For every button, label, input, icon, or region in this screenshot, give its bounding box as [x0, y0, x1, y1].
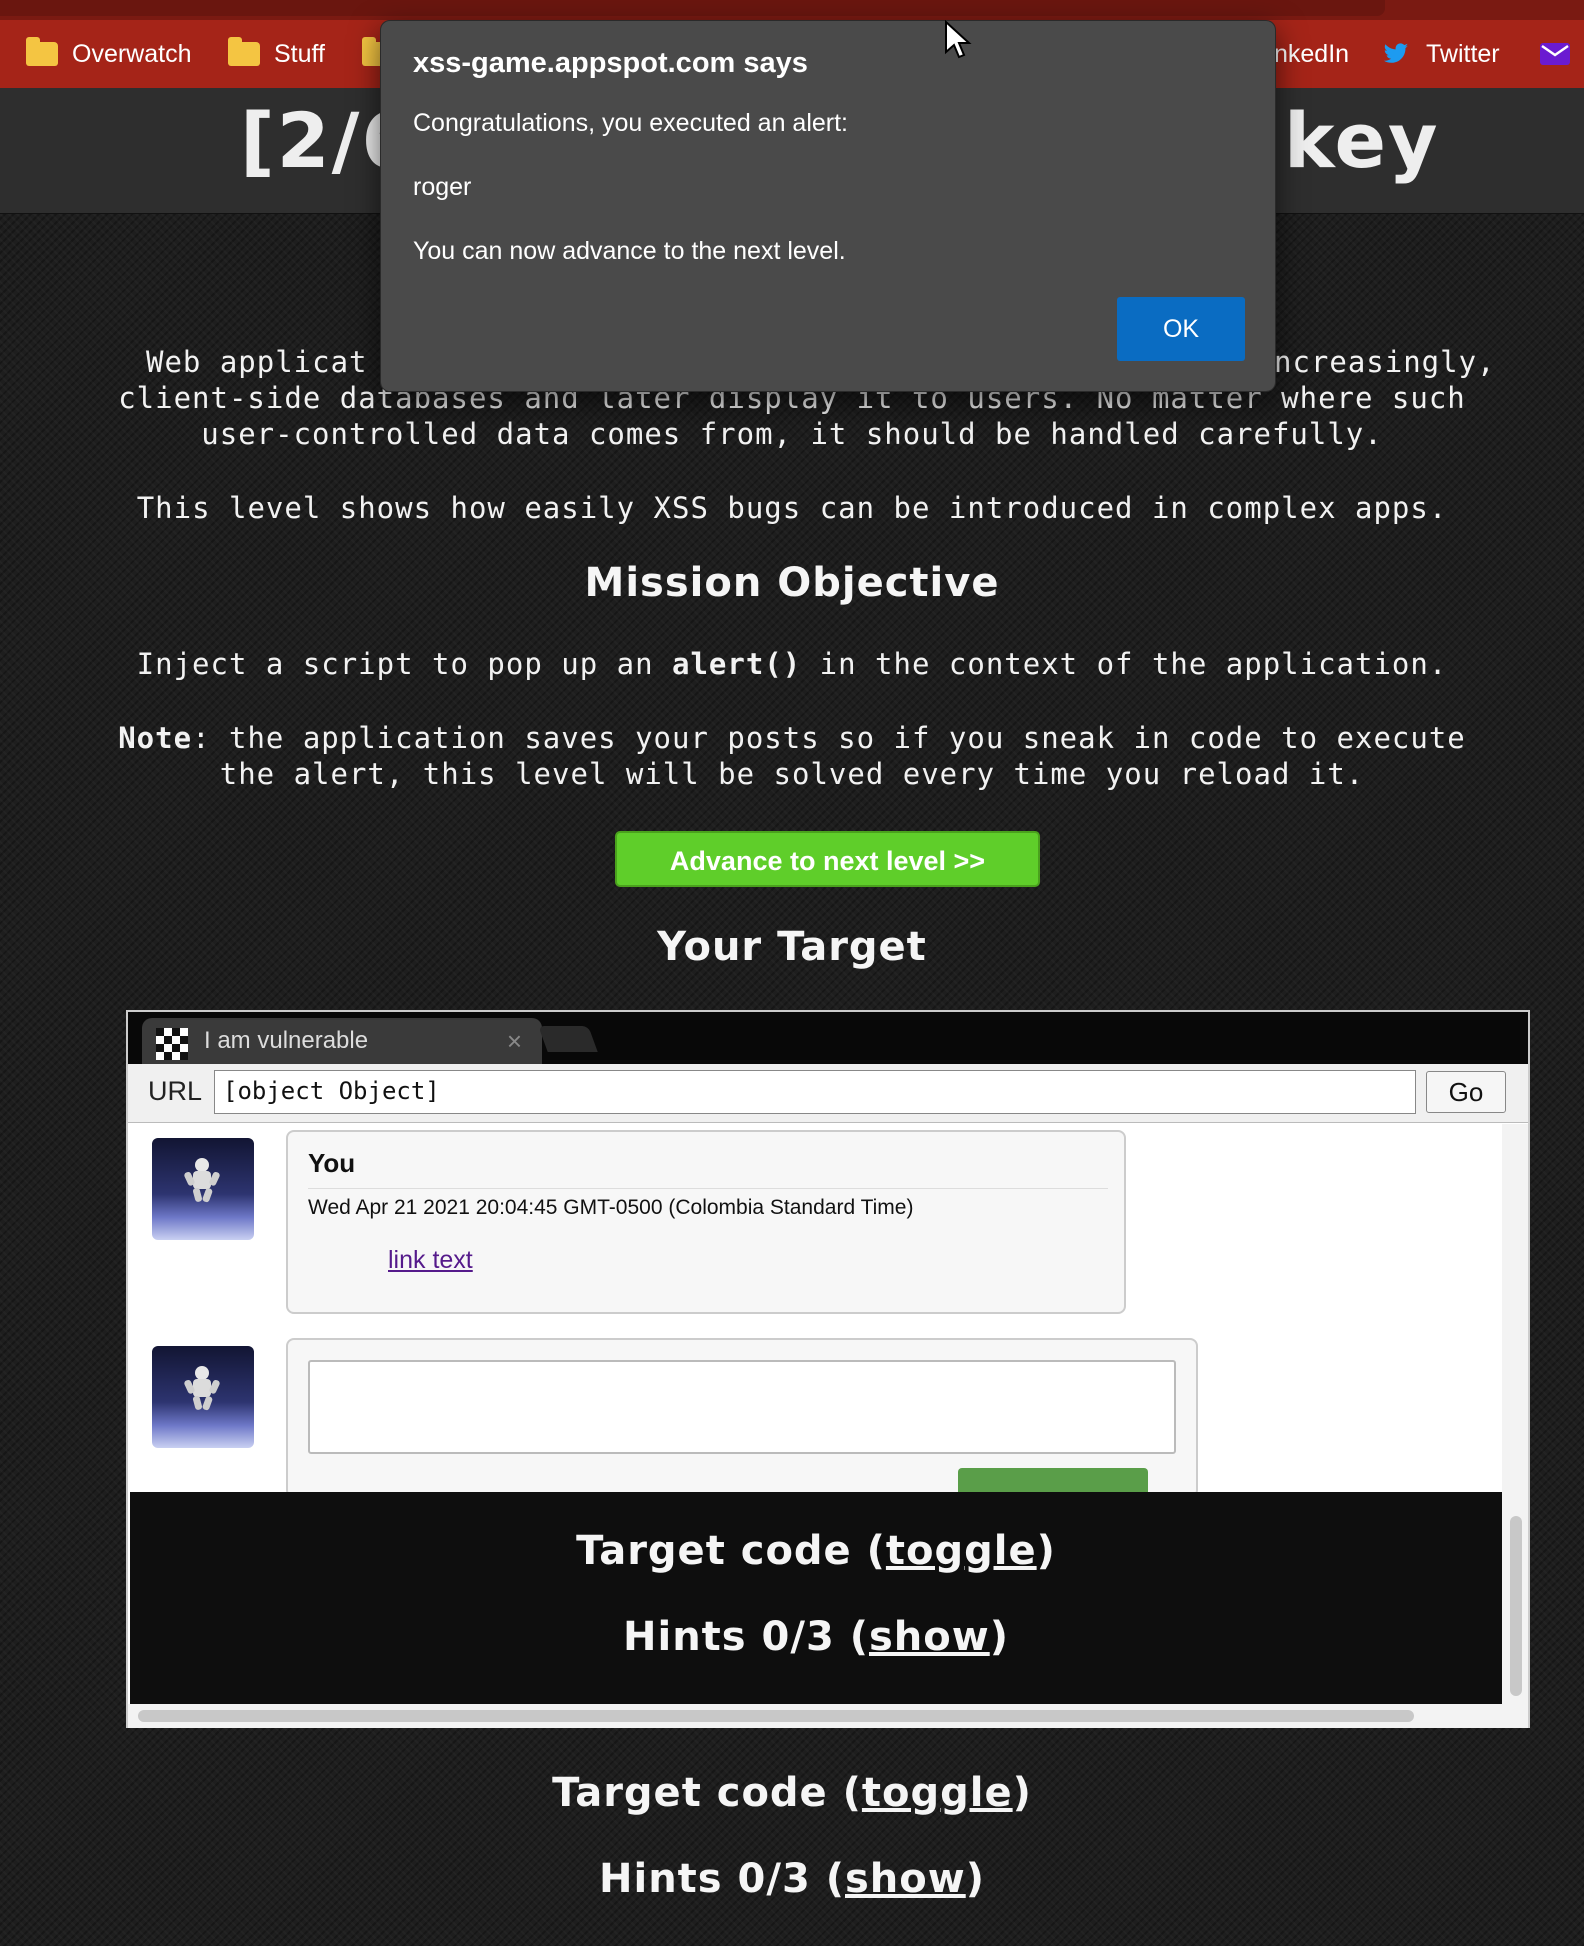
inner-hints-label: Hints 0/3 ( [623, 1614, 869, 1660]
bookmark-linkedin[interactable]: nkedIn [1274, 20, 1349, 88]
frame-url-bar: URL [object Object] Go [128, 1064, 1528, 1123]
dialog-message: Congratulations, you executed an alert: [413, 109, 848, 137]
bookmark-label: nkedIn [1274, 39, 1350, 68]
new-tab-button[interactable] [538, 1026, 598, 1052]
bookmark-stuff[interactable]: Stuff [228, 20, 325, 88]
folder-icon [26, 37, 58, 66]
bookmark-label: Overwatch [72, 39, 192, 68]
dialog-alert-value: roger [413, 173, 472, 201]
bookmark-overwatch[interactable]: Overwatch [26, 20, 191, 88]
inner-hints-close: ) [989, 1614, 1009, 1660]
intro-fragment-left: Web applicat [146, 345, 368, 379]
bookmark-label: Stuff [274, 39, 325, 68]
inner-show-link[interactable]: show [869, 1614, 990, 1660]
inner-target-code: Target code (toggle) [130, 1528, 1502, 1574]
toggle-link[interactable]: toggle [862, 1770, 1013, 1816]
page-title-right: key [1284, 96, 1440, 185]
intro-fragment-right: ncreasingly, [1274, 345, 1496, 379]
alert-dialog: xss-game.appspot.com says Congratulation… [380, 20, 1276, 392]
astronaut-icon [184, 1158, 220, 1203]
post-author: You [308, 1148, 356, 1178]
frame-content: You Wed Apr 21 2021 20:04:45 GMT-0500 (C… [130, 1124, 1502, 1492]
note-label: Note [118, 721, 193, 755]
show-hints-link[interactable]: show [845, 1856, 966, 1902]
post-textarea[interactable] [308, 1360, 1176, 1454]
mission-code: alert() [672, 647, 802, 681]
inner-target-code-close: ) [1036, 1528, 1056, 1574]
hints-close: ) [965, 1856, 985, 1902]
target-heading: Your Target [657, 924, 927, 970]
bookmark-mail[interactable] [1540, 20, 1570, 88]
intro-line-3: user-controlled data comes from, it shou… [201, 417, 1383, 451]
horizontal-scroll-thumb[interactable] [138, 1710, 1414, 1722]
post-card: You Wed Apr 21 2021 20:04:45 GMT-0500 (C… [286, 1130, 1126, 1314]
bookmark-label: Twitter [1426, 39, 1500, 68]
vertical-scroll-thumb[interactable] [1510, 1516, 1522, 1696]
mission-text: Inject a script to pop up an alert() in … [0, 646, 1584, 682]
frame-tab[interactable]: I am vulnerable × [142, 1018, 542, 1064]
mission-text-post: in the context of the application. [801, 647, 1448, 681]
target-frame: I am vulnerable × URL [object Object] Go… [126, 1010, 1530, 1728]
post-divider [308, 1188, 1108, 1189]
dialog-title: xss-game.appspot.com says [413, 47, 808, 79]
inner-hints: Hints 0/3 (show) [130, 1614, 1502, 1660]
mission-heading: Mission Objective [584, 560, 1000, 606]
note-text: : the application saves your posts so if… [192, 721, 1466, 755]
url-label: URL [148, 1076, 203, 1106]
post-date: Wed Apr 21 2021 20:04:45 GMT-0500 (Colom… [308, 1196, 914, 1219]
hints-label: Hints 0/3 ( [599, 1856, 845, 1902]
target-code: Target code (toggle) [0, 1770, 1584, 1816]
avatar [152, 1138, 254, 1240]
go-button[interactable]: Go [1426, 1071, 1506, 1113]
folder-icon [228, 37, 260, 66]
target-code-close: ) [1012, 1770, 1032, 1816]
checker-favicon-icon [156, 1028, 188, 1060]
note-line-1: Note: the application saves your posts s… [0, 720, 1584, 756]
frame-tab-bar: I am vulnerable × [128, 1012, 1528, 1064]
twitter-icon [1383, 43, 1409, 63]
hints: Hints 0/3 (show) [0, 1856, 1584, 1902]
astronaut-icon [184, 1366, 220, 1411]
inner-toggle-link[interactable]: toggle [886, 1528, 1037, 1574]
target-code-label: Target code ( [552, 1770, 862, 1816]
frame-tab-title: I am vulnerable [204, 1027, 369, 1054]
bookmark-twitter[interactable]: Twitter [1382, 20, 1500, 88]
share-status-button[interactable] [958, 1468, 1148, 1492]
browser-tab-strip [0, 0, 1584, 20]
note-line-2: the alert, this level will be solved eve… [219, 757, 1365, 791]
mouse-cursor-icon [945, 20, 972, 59]
compose-card [286, 1338, 1198, 1492]
ok-button[interactable]: OK [1117, 297, 1245, 361]
inner-target-code-label: Target code ( [576, 1528, 886, 1574]
advance-button[interactable]: Advance to next level >> [615, 831, 1040, 887]
post-link[interactable]: link text [388, 1246, 473, 1275]
mail-icon [1540, 43, 1570, 65]
avatar [152, 1346, 254, 1448]
tab-strip-bg [0, 0, 1385, 16]
frame-inner-footer: Target code (toggle) Hints 0/3 (show) [130, 1492, 1502, 1704]
url-input[interactable]: [object Object] [214, 1070, 1416, 1114]
mission-text-pre: Inject a script to pop up an [136, 647, 672, 681]
close-icon[interactable]: × [507, 1018, 522, 1064]
dialog-advance-message: You can now advance to the next level. [413, 237, 846, 265]
level-description: This level shows how easily XSS bugs can… [136, 491, 1448, 525]
